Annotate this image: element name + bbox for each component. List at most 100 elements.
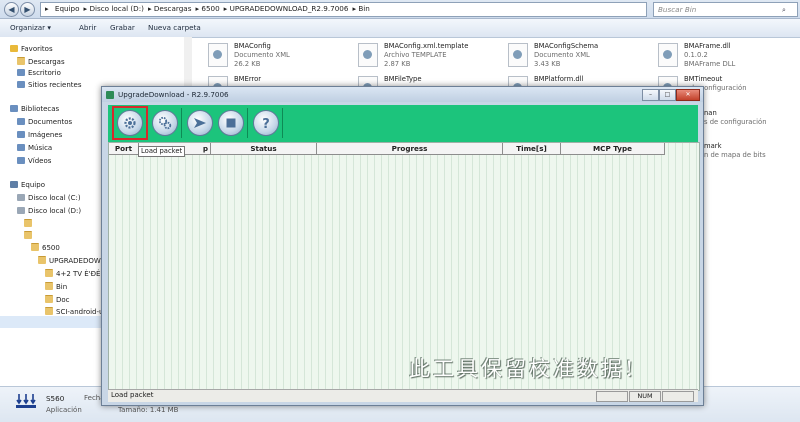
search-input[interactable]: Buscar Bin ⌕	[653, 2, 798, 17]
breadcrumb-item[interactable]: Bin	[358, 4, 369, 13]
nav-libraries[interactable]: Bibliotecas	[10, 105, 59, 113]
search-icon[interactable]: ⌕	[782, 5, 786, 15]
library-icon	[10, 105, 18, 112]
file-item[interactable]: BMFileType	[358, 75, 422, 100]
nav-item[interactable]	[24, 231, 35, 240]
nav-item[interactable]: 4+2 TV È'ĐĖ¹	[45, 269, 103, 278]
column-header-port[interactable]: Port	[109, 143, 139, 155]
file-size: 2.87 KB	[384, 60, 411, 68]
drive-icon	[17, 194, 25, 201]
column-header-time[interactable]: Time[s]	[503, 143, 561, 155]
details-name: S560	[46, 394, 65, 403]
settings-button[interactable]	[152, 110, 178, 136]
open-button[interactable]: Abrir	[79, 23, 96, 32]
nav-label: Música	[28, 144, 53, 152]
organize-button[interactable]: Organizar ▾	[10, 23, 51, 32]
nav-item-selected[interactable]: Bin	[45, 282, 67, 291]
toolbar-separator	[247, 108, 248, 138]
breadcrumb: ▸ Equipo ▸ Disco local (D:) ▸ Descargas ▸ 6…	[45, 4, 370, 13]
file-type: Documento XML	[534, 51, 590, 59]
nav-item[interactable]: Disco local (C:)	[17, 194, 81, 202]
port-list[interactable]: Port p Status Progress Time[s] MCP Type …	[108, 142, 700, 391]
folder-icon: ▸	[45, 4, 49, 13]
file-item[interactable]: BMAConfig.xml.template Archivo TEMPLATE 2.…	[358, 42, 468, 69]
file-name: BMAConfig	[234, 42, 271, 50]
status-text: Load packet	[111, 391, 154, 399]
help-button[interactable]: ?	[253, 110, 279, 136]
file-item[interactable]: BMAConfig Documento XML 26.2 KB	[208, 42, 290, 69]
breadcrumb-item[interactable]: Disco local (D:)	[89, 4, 144, 13]
nav-item[interactable]: Descargas	[17, 57, 65, 66]
desktop-icon	[17, 69, 25, 76]
nav-item[interactable]: 6500	[31, 243, 60, 252]
close-button[interactable]: ✕	[676, 89, 700, 101]
nav-item[interactable]: Escritorio	[17, 69, 61, 77]
folder-icon	[24, 231, 32, 239]
file-type: Documento XML	[234, 51, 290, 59]
nav-label: Vídeos	[28, 157, 52, 165]
nav-item[interactable]	[24, 219, 35, 228]
images-icon	[17, 131, 25, 138]
toolbar: ?	[108, 105, 698, 142]
file-name: nan	[704, 109, 717, 117]
nav-item[interactable]: Imágenes	[17, 131, 62, 139]
column-header-mcp-type[interactable]: MCP Type	[561, 143, 665, 155]
nav-item[interactable]: Sitios recientes	[17, 81, 82, 89]
folder-icon	[38, 256, 46, 264]
file-item[interactable]: BMAFrame.dll 0.1.0.2 BMAFrame DLL	[658, 42, 736, 69]
details-size: Tamaño: 1.41 MB	[118, 406, 179, 414]
new-folder-button[interactable]: Nueva carpeta	[148, 23, 201, 32]
column-header-status[interactable]: Status	[211, 143, 317, 155]
breadcrumb-item[interactable]: UPGRADEDOWNLOAD_R2.9.7006	[230, 4, 349, 13]
nav-label: Doc	[56, 296, 70, 304]
breadcrumb-item[interactable]: 6500	[201, 4, 219, 13]
breadcrumb-item[interactable]: Descargas	[154, 4, 192, 13]
folder-icon	[45, 269, 53, 277]
nav-label: 4+2 TV È'ĐĖ¹	[56, 270, 104, 278]
nav-label: Escritorio	[28, 69, 61, 77]
start-button[interactable]	[187, 110, 213, 136]
nav-label: Sitios recientes	[28, 81, 82, 89]
window-title: UpgradeDownload - R2.9.7006	[118, 90, 229, 99]
nav-favorites[interactable]: Favoritos	[10, 45, 53, 53]
file-item[interactable]: BMPlatform.dll	[508, 75, 583, 100]
play-icon	[194, 118, 206, 128]
upgrade-download-window: UpgradeDownload - R2.9.7006 – □ ✕ ? Port…	[101, 86, 704, 406]
folder-icon	[31, 243, 39, 251]
recent-icon	[17, 81, 25, 88]
maximize-button[interactable]: □	[659, 89, 676, 101]
file-fragment[interactable]: mark n de mapa de bits	[704, 142, 766, 160]
nav-item[interactable]: Disco local (D:)	[17, 207, 81, 215]
forward-button[interactable]: ▶	[20, 2, 35, 17]
nav-item[interactable]: Vídeos	[17, 157, 51, 165]
file-item[interactable]: BMError	[208, 75, 262, 100]
file-type: n de mapa de bits	[704, 151, 766, 159]
file-name: BMError	[234, 75, 262, 83]
watermark-text: 此工具保留校准数据!	[409, 357, 637, 381]
title-bar[interactable]: UpgradeDownload - R2.9.7006 – □ ✕	[102, 87, 703, 102]
nav-label: 6500	[42, 244, 60, 252]
file-name: mark	[704, 142, 722, 150]
command-bar: Organizar ▾ Abrir Grabar Nueva carpeta	[0, 19, 800, 38]
nav-item[interactable]: Documentos	[17, 118, 72, 126]
drive-icon	[17, 207, 25, 214]
nav-item[interactable]: UPGRADEDOWNL	[38, 256, 110, 265]
file-item[interactable]: BMAConfigSchema Documento XML 3.43 KB	[508, 42, 598, 69]
stop-button[interactable]	[218, 110, 244, 136]
nav-label: Bin	[56, 283, 68, 291]
address-bar[interactable]: ▸ Equipo ▸ Disco local (D:) ▸ Descargas ▸ 6…	[40, 2, 647, 17]
nav-label: Bibliotecas	[21, 105, 60, 113]
app-status-bar: Load packet NUM	[108, 389, 698, 402]
file-type: BMAFrame DLL	[684, 60, 736, 68]
minimize-button[interactable]: –	[642, 89, 659, 101]
breadcrumb-item[interactable]: Equipo	[55, 4, 80, 13]
file-fragment[interactable]: nan s de configuración	[704, 109, 767, 127]
column-header-progress[interactable]: Progress	[317, 143, 503, 155]
nav-item[interactable]: Música	[17, 144, 52, 152]
nav-item[interactable]: Doc	[45, 295, 70, 304]
nav-computer[interactable]: Equipo	[10, 181, 45, 189]
svg-text:?: ?	[262, 117, 270, 130]
back-button[interactable]: ◀	[4, 2, 19, 17]
burn-button[interactable]: Grabar	[110, 23, 135, 32]
nav-label: Favoritos	[21, 45, 53, 53]
